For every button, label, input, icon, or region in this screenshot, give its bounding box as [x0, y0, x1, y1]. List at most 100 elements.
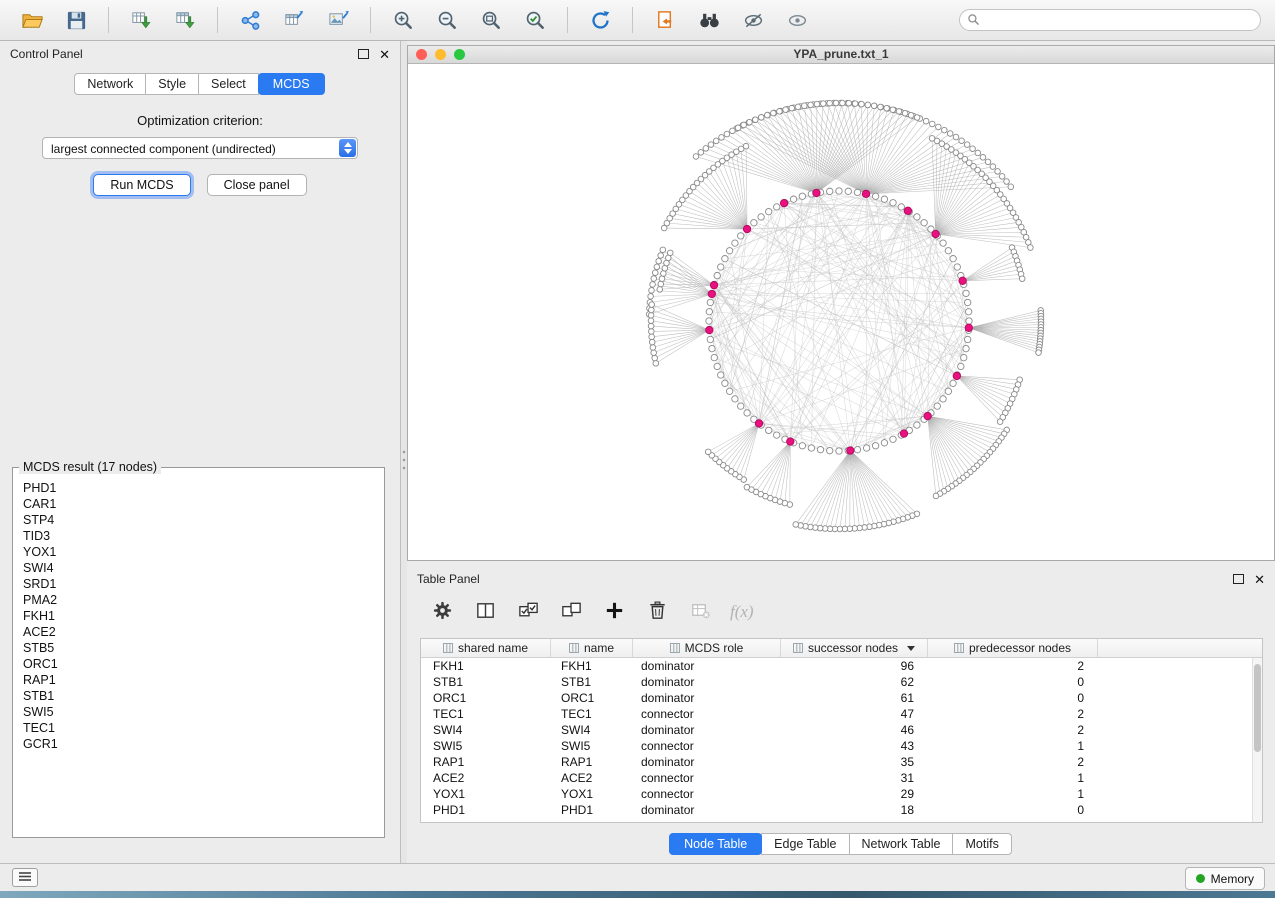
column-header-successor-nodes[interactable]: successor nodes — [781, 639, 928, 657]
column-header-label: name — [584, 641, 614, 655]
table-row[interactable]: FKH1FKH1dominator962 — [421, 658, 1252, 674]
result-node-item[interactable]: FKH1 — [23, 608, 382, 624]
export-image-button[interactable] — [320, 4, 356, 36]
settings-gear-button[interactable] — [429, 599, 455, 625]
close-panel-button[interactable]: Close panel — [207, 174, 307, 196]
table-row[interactable]: ACE2ACE2connector311 — [421, 770, 1252, 786]
export-network-button[interactable] — [232, 4, 268, 36]
result-node-item[interactable]: CAR1 — [23, 496, 382, 512]
panel-list-button[interactable] — [12, 868, 38, 887]
result-node-item[interactable]: STB1 — [23, 688, 382, 704]
result-node-item[interactable]: TID3 — [23, 528, 382, 544]
zoom-in-button[interactable] — [385, 4, 421, 36]
refresh-view-button[interactable] — [582, 4, 618, 36]
float-window-icon[interactable] — [358, 49, 369, 59]
optimization-criterion-select[interactable]: largest connected component (undirected) — [42, 137, 358, 159]
column-header-MCDS-role[interactable]: MCDS role — [633, 639, 781, 657]
table-row[interactable]: SWI5SWI5connector431 — [421, 738, 1252, 754]
add-entry-button[interactable] — [601, 599, 627, 625]
result-node-item[interactable]: RAP1 — [23, 672, 382, 688]
result-node-item[interactable]: SWI4 — [23, 560, 382, 576]
list-icon — [18, 871, 32, 882]
show-details-button[interactable] — [779, 4, 815, 36]
table-cell: 1 — [928, 787, 1098, 801]
result-node-item[interactable]: PHD1 — [23, 480, 382, 496]
tab-edge-table[interactable]: Edge Table — [761, 833, 849, 855]
tab-motifs[interactable]: Motifs — [952, 833, 1011, 855]
zoom-fit-button[interactable] — [473, 4, 509, 36]
column-header-label: MCDS role — [685, 641, 744, 655]
float-window-icon[interactable] — [1233, 574, 1244, 584]
import-table-button[interactable] — [167, 4, 203, 36]
result-node-item[interactable]: PMA2 — [23, 592, 382, 608]
close-panel-icon[interactable]: ✕ — [1254, 573, 1265, 586]
result-node-item[interactable]: GCR1 — [23, 736, 382, 752]
tab-style[interactable]: Style — [145, 73, 199, 95]
run-mcds-button[interactable]: Run MCDS — [93, 174, 190, 196]
close-panel-icon[interactable]: ✕ — [379, 48, 390, 61]
table-cell: 29 — [781, 787, 928, 801]
table-row[interactable]: STB1STB1dominator620 — [421, 674, 1252, 690]
tab-network[interactable]: Network — [74, 73, 146, 95]
tab-select[interactable]: Select — [198, 73, 259, 95]
result-node-item[interactable]: YOX1 — [23, 544, 382, 560]
result-node-item[interactable]: SRD1 — [23, 576, 382, 592]
table-row[interactable]: SWI4SWI4dominator462 — [421, 722, 1252, 738]
table-row[interactable]: RAP1RAP1dominator352 — [421, 754, 1252, 770]
toggle-columns-button[interactable] — [472, 599, 498, 625]
table-row[interactable]: TEC1TEC1connector472 — [421, 706, 1252, 722]
table-cell: YOX1 — [551, 787, 633, 801]
result-node-item[interactable]: ACE2 — [23, 624, 382, 640]
network-canvas[interactable] — [408, 63, 1274, 560]
open-file-button[interactable] — [14, 4, 50, 36]
table-scrollbar[interactable] — [1252, 658, 1262, 822]
export-table-button[interactable] — [276, 4, 312, 36]
delete-entry-button[interactable] — [644, 599, 670, 625]
column-header-shared-name[interactable]: shared name — [421, 639, 551, 657]
deselect-all-button[interactable] — [558, 599, 584, 625]
search-input[interactable] — [959, 9, 1261, 31]
tab-mcds[interactable]: MCDS — [258, 73, 325, 95]
memory-button[interactable]: Memory — [1185, 867, 1265, 890]
select-stepper-icon[interactable] — [339, 139, 356, 157]
tab-network-table[interactable]: Network Table — [849, 833, 954, 855]
column-header-predecessor-nodes[interactable]: predecessor nodes — [928, 639, 1098, 657]
column-header-name[interactable]: name — [551, 639, 633, 657]
export-network-icon — [239, 9, 262, 32]
sort-dropdown-icon[interactable] — [907, 646, 915, 651]
minimize-window-icon[interactable] — [435, 49, 446, 60]
table-row[interactable]: PHD1PHD1dominator180 — [421, 802, 1252, 818]
clear-table-button[interactable] — [687, 599, 713, 625]
table-cell: SWI5 — [551, 739, 633, 753]
search-network-button[interactable] — [691, 4, 727, 36]
import-network-button[interactable] — [123, 4, 159, 36]
table-cell: SWI4 — [551, 723, 633, 737]
table-cell: 2 — [928, 755, 1098, 769]
mcds-result-list[interactable]: PHD1CAR1STP4TID3YOX1SWI4SRD1PMA2FKH1ACE2… — [15, 476, 382, 835]
close-window-icon[interactable] — [416, 49, 427, 60]
save-session-button[interactable] — [58, 4, 94, 36]
network-window-titlebar[interactable]: YPA_prune.txt_1 — [408, 46, 1274, 64]
network-graph — [408, 63, 1274, 560]
column-grid-icon — [793, 643, 803, 653]
zoom-selected-button[interactable] — [517, 4, 553, 36]
zoom-selected-icon — [524, 9, 547, 32]
select-all-button[interactable] — [515, 599, 541, 625]
result-node-item[interactable]: TEC1 — [23, 720, 382, 736]
table-row[interactable]: ORC1ORC1dominator610 — [421, 690, 1252, 706]
table-row[interactable]: YOX1YOX1connector291 — [421, 786, 1252, 802]
tab-node-table[interactable]: Node Table — [669, 833, 762, 855]
maximize-window-icon[interactable] — [454, 49, 465, 60]
table-cell: TEC1 — [551, 707, 633, 721]
hide-details-button[interactable] — [735, 4, 771, 36]
toolbar-group — [582, 4, 618, 36]
scrollbar-thumb[interactable] — [1254, 664, 1261, 752]
result-node-item[interactable]: STP4 — [23, 512, 382, 528]
column-grid-icon — [569, 643, 579, 653]
export-document-button[interactable] — [647, 4, 683, 36]
result-node-item[interactable]: STB5 — [23, 640, 382, 656]
result-node-item[interactable]: SWI5 — [23, 704, 382, 720]
zoom-out-button[interactable] — [429, 4, 465, 36]
result-node-item[interactable]: ORC1 — [23, 656, 382, 672]
function-builder-button[interactable]: f(x) — [730, 602, 754, 622]
